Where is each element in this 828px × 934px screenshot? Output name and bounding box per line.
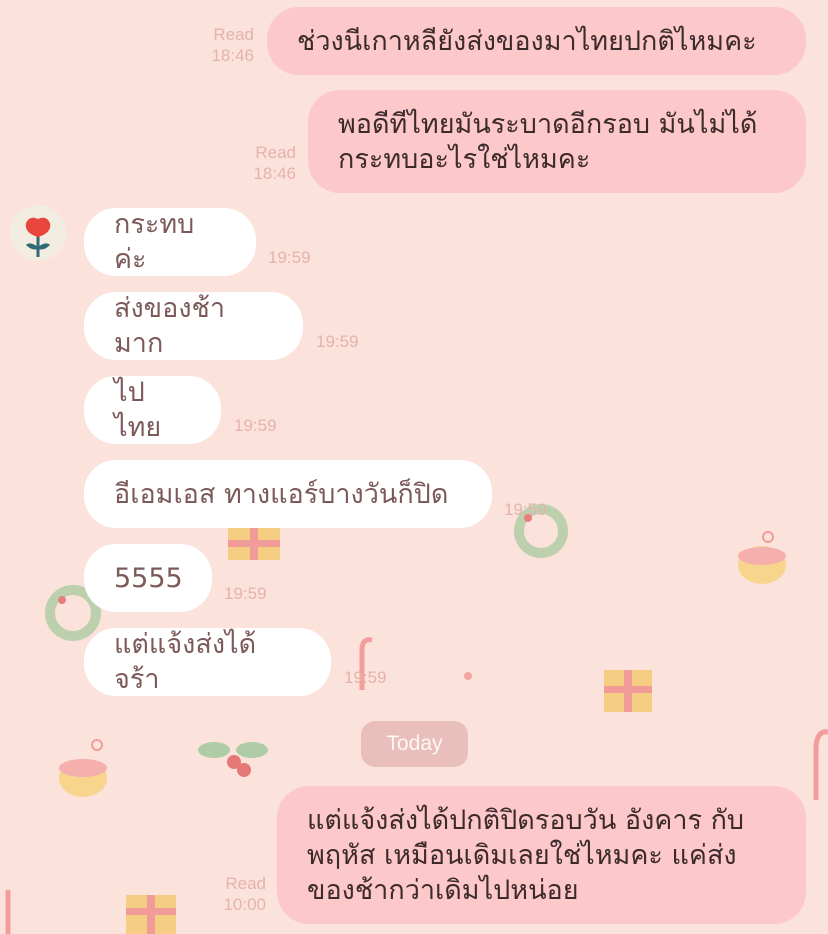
outgoing-message-bubble[interactable]: พอดีทีไทยมันระบาดอีกรอบ มันไม่ได้ กระทบอ… xyxy=(308,90,806,193)
message-time: 19:59 xyxy=(224,584,267,603)
incoming-message-bubble[interactable]: 5555 xyxy=(84,544,212,612)
message-text: ส่งของช้ามาก xyxy=(114,293,226,359)
red-flower-avatar-icon xyxy=(25,217,51,257)
message-time: 10:00 xyxy=(223,895,266,914)
message-time: 18:46 xyxy=(211,46,254,65)
incoming-message-bubble[interactable]: อีเอมเอส ทางแอร์บางวันก็ปิด xyxy=(84,460,492,528)
message-text: พฤหัส เหมือนเดิมเลยใช่ไหมคะ แค่ส่ง xyxy=(307,839,737,871)
read-status: Read 18:46 xyxy=(190,24,254,66)
gift-icon xyxy=(228,528,280,560)
message-time: 19:59 xyxy=(268,248,311,267)
message-text: อีเอมเอส ทางแอร์บางวันก็ปิด xyxy=(114,478,449,510)
gift-icon xyxy=(604,670,652,712)
holly-icon xyxy=(198,742,268,777)
message-time: 19:59 xyxy=(234,416,277,435)
message-text: ไปไทย xyxy=(114,377,162,443)
avatar[interactable] xyxy=(10,205,66,261)
message-time: 19:59 xyxy=(344,668,387,687)
incoming-message-bubble[interactable]: ไปไทย xyxy=(84,376,221,444)
read-label: Read xyxy=(225,874,266,893)
read-label: Read xyxy=(255,143,296,162)
outgoing-message-bubble[interactable]: แต่แจ้งส่งได้ปกติปิดรอบวัน อังคาร กับ พฤ… xyxy=(277,786,806,924)
ornament-icon xyxy=(59,739,107,797)
read-status: Read 18:46 xyxy=(232,142,296,184)
message-time: 19:59 xyxy=(504,500,547,519)
message-text: ของช้ากว่าเดิมไปหน่อย xyxy=(307,874,579,906)
incoming-message-bubble[interactable]: กระทบค่ะ xyxy=(84,208,256,276)
chat-screen: { "messages": [ {"dir":"out","status":"R… xyxy=(0,0,828,934)
message-text: พอดีทีไทยมันระบาดอีกรอบ มันไม่ได้ xyxy=(338,108,758,140)
outgoing-message-bubble[interactable]: ช่วงนีเกาหลียังส่งของมาไทยปกติไหมคะ xyxy=(267,7,806,75)
incoming-message-bubble[interactable]: แต่แจ้งส่งได้จร้า xyxy=(84,628,331,696)
message-text: แต่แจ้งส่งได้ปกติปิดรอบวัน อังคาร กับ xyxy=(307,804,745,836)
ornament-icon xyxy=(738,531,786,584)
message-time: 18:46 xyxy=(253,164,296,183)
date-divider: Today xyxy=(361,721,468,767)
message-text: ช่วงนีเกาหลียังส่งของมาไทยปกติไหมคะ xyxy=(297,25,757,57)
message-text: กระทบอะไรใช่ไหมคะ xyxy=(338,143,591,175)
message-time: 19:59 xyxy=(316,332,359,351)
incoming-message-bubble[interactable]: ส่งของช้ามาก xyxy=(84,292,303,360)
read-status: Read 10:00 xyxy=(202,873,266,915)
message-text: แต่แจ้งส่งได้จร้า xyxy=(114,629,257,695)
message-text: กระทบค่ะ xyxy=(114,209,195,275)
message-text: 5555 xyxy=(114,562,183,594)
read-label: Read xyxy=(213,25,254,44)
gift-icon xyxy=(126,895,176,934)
